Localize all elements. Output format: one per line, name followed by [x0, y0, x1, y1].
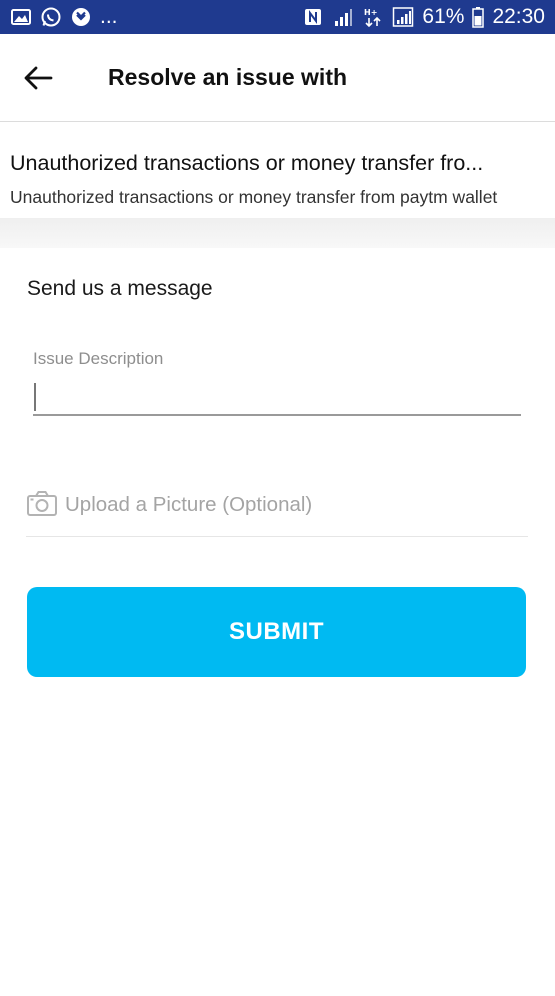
network-type-icon: H+	[362, 6, 384, 28]
whatsapp-icon	[40, 6, 62, 28]
text-cursor	[34, 383, 36, 411]
clock: 22:30	[492, 5, 545, 28]
page-title: Resolve an issue with	[108, 64, 348, 90]
issue-subtitle: Unauthorized transactions or money trans…	[10, 187, 498, 207]
camera-icon	[27, 491, 57, 516]
issue-description-input[interactable]	[33, 378, 521, 416]
more-notifications: ...	[100, 5, 118, 28]
status-bar-right: H+ 61% 22:30	[302, 5, 545, 29]
issue-title: Unauthorized transactions or money trans…	[10, 151, 484, 175]
upload-picture-button[interactable]: Upload a Picture (Optional)	[26, 485, 528, 537]
svg-text:H+: H+	[364, 8, 377, 17]
gallery-icon	[10, 6, 32, 28]
shield-icon	[70, 6, 92, 28]
submit-button[interactable]: SUBMIT	[27, 587, 526, 677]
nfc-icon	[302, 6, 324, 28]
app-bar: Resolve an issue with	[0, 34, 555, 122]
arrow-left-icon	[24, 66, 53, 90]
battery-percent: 61%	[422, 5, 465, 28]
signal-icon	[332, 6, 354, 28]
message-section-title: Send us a message	[27, 277, 213, 300]
status-bar-left: ...	[10, 5, 118, 29]
back-button[interactable]	[18, 60, 58, 96]
issue-description-label: Issue Description	[33, 349, 164, 368]
status-bar: ... H+ 61% 22:30	[0, 0, 555, 34]
upload-picture-label: Upload a Picture (Optional)	[65, 493, 313, 516]
selected-issue: Unauthorized transactions or money trans…	[0, 123, 555, 218]
signal-strength-icon	[392, 6, 414, 28]
section-divider	[0, 218, 555, 248]
battery-icon	[472, 6, 485, 28]
